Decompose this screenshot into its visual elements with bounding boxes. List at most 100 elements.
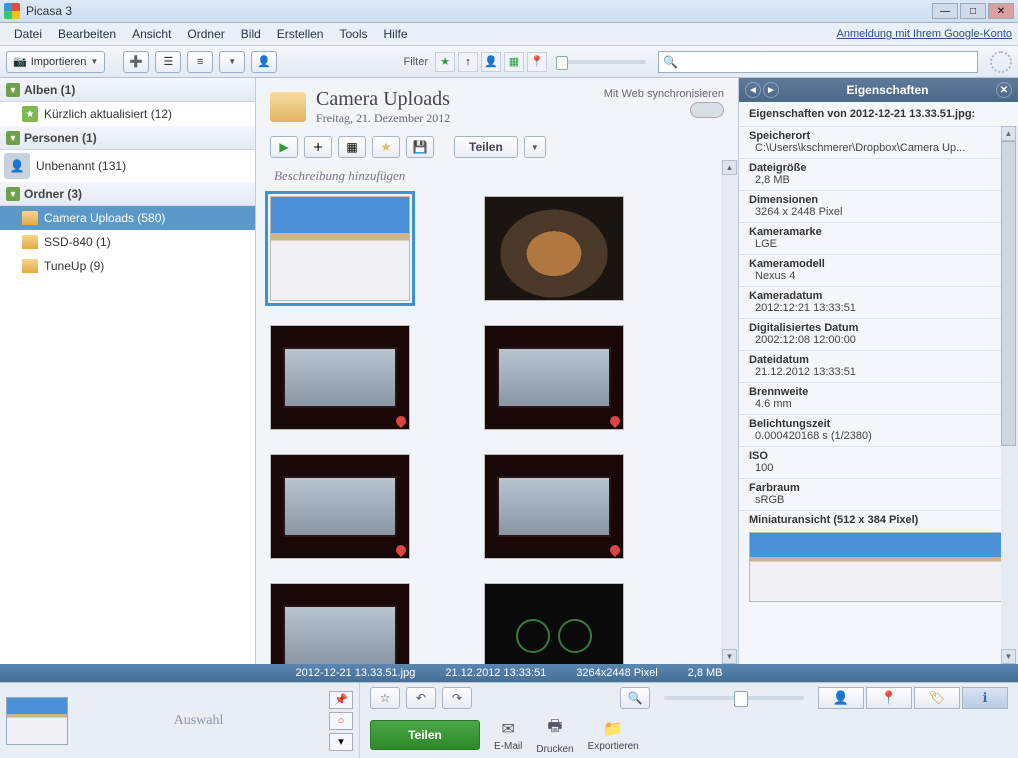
add-photos-button[interactable]: 🞤 — [304, 136, 332, 158]
menu-view[interactable]: Ansicht — [124, 25, 179, 43]
search-input[interactable] — [682, 55, 973, 69]
thumbnail[interactable] — [270, 454, 410, 559]
zoom-slider[interactable] — [664, 696, 804, 700]
filter-geo-icon[interactable]: 📍 — [527, 52, 547, 72]
scroll-up-button[interactable]: ▲ — [1001, 126, 1016, 141]
signin-link[interactable]: Anmeldung mit Ihrem Google-Konto — [837, 28, 1012, 40]
thumbnail[interactable] — [270, 325, 410, 430]
save-button[interactable]: 💾 — [406, 136, 434, 158]
maximize-button[interactable]: □ — [960, 3, 986, 19]
minimize-button[interactable]: — — [932, 3, 958, 19]
import-button[interactable]: 📷 Importieren ▼ — [6, 51, 105, 73]
email-icon: ✉ — [501, 719, 514, 739]
share-big-button[interactable]: Teilen — [370, 720, 480, 750]
search-box[interactable]: 🔍 — [658, 51, 978, 73]
export-button[interactable]: 📁Exportieren — [588, 719, 639, 752]
status-dimensions: 3264x2448 Pixel — [576, 667, 657, 679]
folder-icon — [270, 92, 306, 122]
properties-subtitle: Eigenschaften von 2012-12-21 13.33.51.jp… — [739, 102, 1018, 126]
prop-row: Dateigröße2,8 MB — [739, 158, 1018, 190]
sidebar-item-unnamed-person[interactable]: 👤 Unbenannt (131) — [0, 150, 255, 182]
play-slideshow-button[interactable]: ▶ — [270, 136, 298, 158]
close-panel-button[interactable]: ✕ — [996, 82, 1012, 98]
menu-tools[interactable]: Tools — [331, 25, 375, 43]
filter-label: Filter — [404, 56, 428, 68]
prev-button[interactable]: ◄ — [745, 82, 761, 98]
sidebar-header-people[interactable]: ▼ Personen (1) — [0, 126, 255, 150]
next-button[interactable]: ► — [763, 82, 779, 98]
sidebar-item-label: Camera Uploads (580) — [44, 211, 165, 225]
album-title: Camera Uploads — [316, 88, 450, 111]
window-title: Picasa 3 — [26, 4, 932, 18]
menu-create[interactable]: Erstellen — [269, 25, 332, 43]
sidebar-item-tuneup[interactable]: TuneUp (9) — [0, 254, 255, 278]
sync-toggle[interactable] — [690, 102, 724, 118]
scroll-up-button[interactable]: ▲ — [722, 160, 737, 175]
thumbnail-grid — [256, 190, 738, 664]
sidebar-item-ssd840[interactable]: SSD-840 (1) — [0, 230, 255, 254]
thumbnail[interactable] — [484, 454, 624, 559]
info-button[interactable]: ℹ — [962, 687, 1008, 709]
collapse-icon: ▼ — [6, 131, 20, 145]
tag-keywords-button[interactable]: 🏷 — [914, 687, 960, 709]
star-toggle-button[interactable]: ☆ — [370, 687, 400, 709]
pin-button[interactable]: 📌 — [329, 691, 353, 709]
thumbnail[interactable] — [484, 325, 624, 430]
view-dropdown-button[interactable]: ▼ — [219, 51, 245, 73]
menu-folder[interactable]: Ordner — [179, 25, 232, 43]
sidebar: ▼ Alben (1) ★ Kürzlich aktualisiert (12)… — [0, 78, 256, 664]
filter-upload-icon[interactable]: ↑ — [458, 52, 478, 72]
prop-row: FarbraumsRGB — [739, 478, 1018, 510]
view-list-button[interactable]: ☰ — [155, 51, 181, 73]
thumbnail[interactable] — [270, 583, 410, 664]
sidebar-header-folders[interactable]: ▼ Ordner (3) — [0, 182, 255, 206]
selection-thumbnail[interactable] — [6, 697, 68, 745]
filter-movie-icon[interactable]: ▦ — [504, 52, 524, 72]
rotate-right-button[interactable]: ↷ — [442, 687, 472, 709]
share-button[interactable]: Teilen — [454, 136, 518, 158]
sidebar-item-camera-uploads[interactable]: Camera Uploads (580) — [0, 206, 255, 230]
clear-selection-button[interactable]: ○ — [329, 712, 353, 730]
add-to-album-button[interactable]: ▾ — [329, 733, 353, 751]
share-dropdown-button[interactable]: ▼ — [524, 136, 546, 158]
zoom-fit-button[interactable]: 🔍 — [620, 687, 650, 709]
filter-slider[interactable] — [556, 60, 646, 64]
thumbnail-preview — [749, 532, 1008, 602]
create-collage-button[interactable]: ▦ — [338, 136, 366, 158]
new-album-button[interactable]: ➕ — [123, 51, 149, 73]
people-view-button[interactable]: 👤 — [251, 51, 277, 73]
sidebar-item-recent[interactable]: ★ Kürzlich aktualisiert (12) — [0, 102, 255, 126]
email-button[interactable]: ✉E-Mail — [494, 719, 522, 752]
prop-row: Kameradatum2012:12:21 13:33:51 — [739, 286, 1018, 318]
thumbnail[interactable] — [484, 196, 624, 301]
album-description-input[interactable]: Beschreibung hinzufügen — [256, 162, 738, 190]
filter-star-icon[interactable]: ★ — [435, 52, 455, 72]
scroll-down-button[interactable]: ▼ — [722, 649, 737, 664]
properties-header: ◄ ► Eigenschaften ✕ — [739, 78, 1018, 102]
scrollbar[interactable]: ▲ ▼ — [1001, 126, 1018, 664]
sidebar-item-label: Kürzlich aktualisiert (12) — [44, 107, 172, 121]
menu-edit[interactable]: Bearbeiten — [50, 25, 124, 43]
menubar: Datei Bearbeiten Ansicht Ordner Bild Ers… — [0, 23, 1018, 46]
tag-location-button[interactable]: 📍 — [866, 687, 912, 709]
scrollbar[interactable]: ▲ ▼ — [721, 160, 738, 664]
menu-help[interactable]: Hilfe — [376, 25, 416, 43]
status-filename: 2012-12-21 13.33.51.jpg — [295, 667, 415, 679]
scroll-down-button[interactable]: ▼ — [1001, 649, 1016, 664]
thumbnail[interactable] — [484, 583, 624, 664]
close-button[interactable]: ✕ — [988, 3, 1014, 19]
star-button[interactable]: ★ — [372, 136, 400, 158]
filter-face-icon[interactable]: 👤 — [481, 52, 501, 72]
tag-people-button[interactable]: 👤 — [818, 687, 864, 709]
prop-row: SpeicherortC:\Users\kschmerer\Dropbox\Ca… — [739, 126, 1018, 158]
print-button[interactable]: 🖶Drucken — [536, 715, 573, 755]
properties-body: SpeicherortC:\Users\kschmerer\Dropbox\Ca… — [739, 126, 1018, 664]
scroll-thumb[interactable] — [1001, 141, 1016, 446]
menu-file[interactable]: Datei — [6, 25, 50, 43]
prop-row: KameramodellNexus 4 — [739, 254, 1018, 286]
thumbnail[interactable] — [270, 196, 410, 301]
rotate-left-button[interactable]: ↶ — [406, 687, 436, 709]
sidebar-header-albums[interactable]: ▼ Alben (1) — [0, 78, 255, 102]
menu-image[interactable]: Bild — [233, 25, 269, 43]
view-details-button[interactable]: ≡ — [187, 51, 213, 73]
